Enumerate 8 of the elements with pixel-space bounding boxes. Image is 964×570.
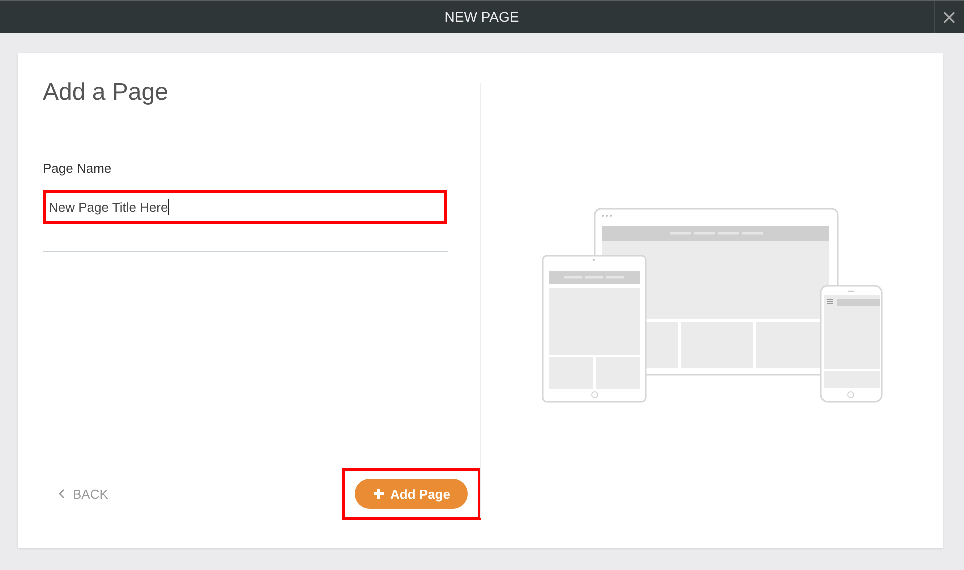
field-label: Page Name bbox=[43, 161, 113, 176]
page-name-field[interactable]: New Page Title Here bbox=[43, 190, 447, 224]
window-title: NEW PAGE bbox=[444, 9, 520, 25]
heading: Add a Page bbox=[43, 79, 170, 107]
back-button[interactable]: BACK bbox=[59, 486, 108, 502]
chevron-left-icon bbox=[59, 489, 65, 499]
plus-icon bbox=[372, 488, 385, 500]
close-button[interactable]: × bbox=[934, 1, 964, 33]
